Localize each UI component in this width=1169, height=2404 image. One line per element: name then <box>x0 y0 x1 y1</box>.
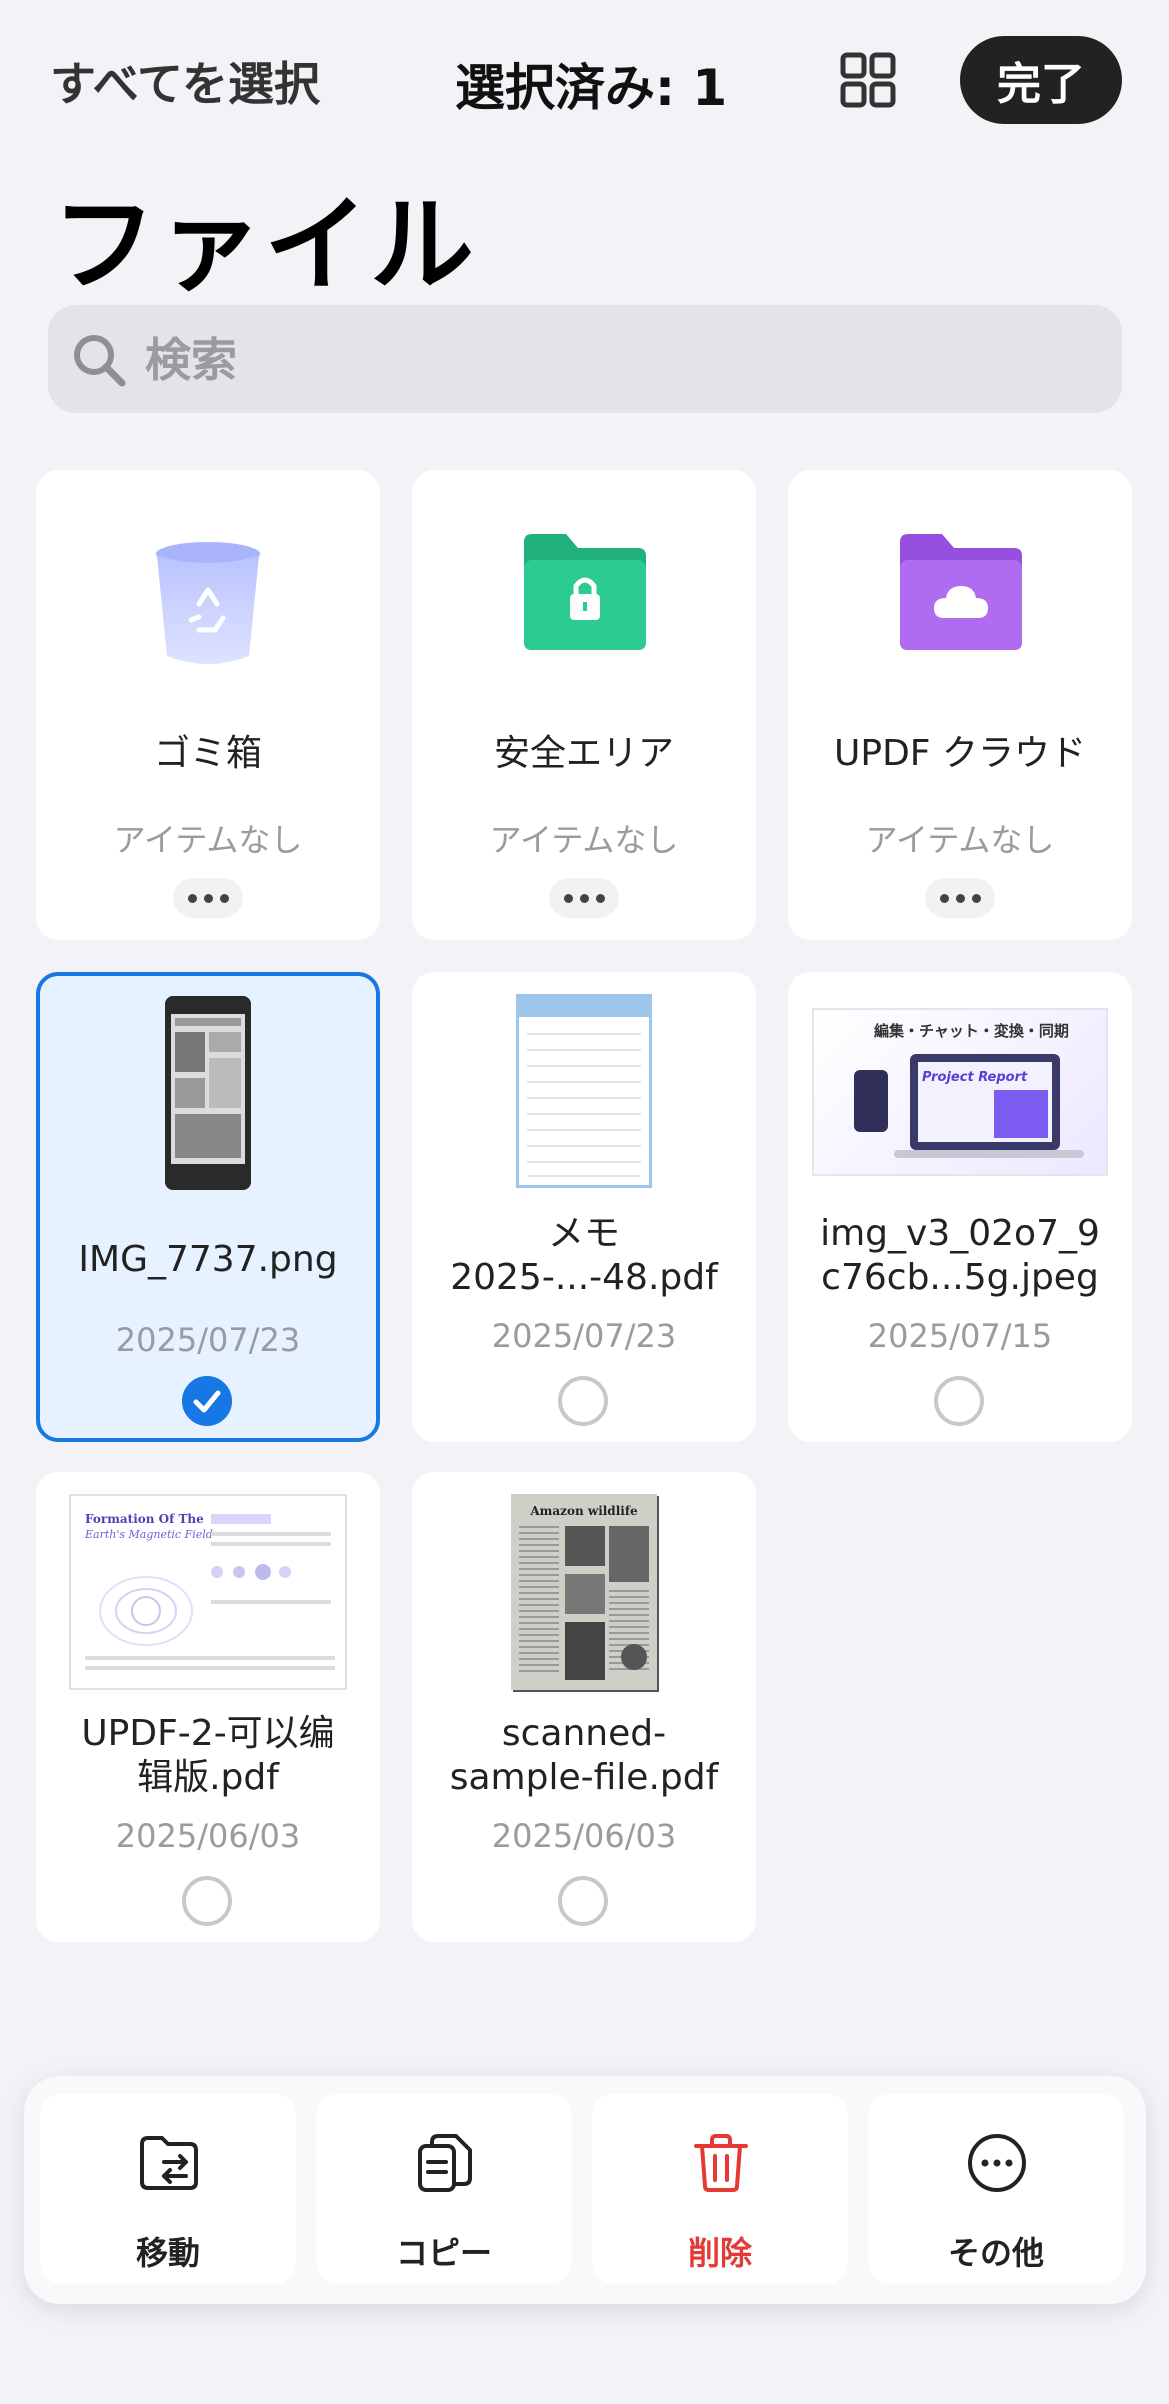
more-options-button[interactable] <box>549 878 619 918</box>
search-bar[interactable] <box>48 305 1122 415</box>
bottom-action-bar: 移動 コピー 削除 その他 <box>24 2076 1146 2304</box>
folder-meta: アイテムなし <box>489 821 679 859</box>
file-name: IMG_7737.png <box>78 1239 338 1280</box>
lock-folder-icon <box>524 534 646 650</box>
move-button[interactable]: 移動 <box>40 2094 296 2284</box>
folder-card-updf-cloud[interactable]: UPDF クラウド アイテムなし <box>788 470 1132 940</box>
delete-button[interactable]: 削除 <box>592 2094 848 2284</box>
trash-icon <box>694 2134 748 2192</box>
file-date: 2025/06/03 <box>115 1817 301 1855</box>
folder-name: ゴミ箱 <box>153 733 262 774</box>
copy-icon <box>418 2134 472 2192</box>
file-card-img-v3[interactable]: 編集・チャット・変換・同期 Project Report img_v3_02o7… <box>788 972 1132 1442</box>
file-thumbnail: 編集・チャット・変換・同期 Project Report <box>812 1008 1108 1176</box>
cloud-folder-icon <box>900 534 1022 650</box>
selection-checkbox[interactable] <box>934 1376 984 1426</box>
file-thumbnail: Formation Of The Earth's Magnetic Field <box>69 1494 347 1690</box>
folder-move-icon <box>140 2136 198 2190</box>
file-card-updf-2[interactable]: Formation Of The Earth's Magnetic Field … <box>36 1472 380 1942</box>
action-label: 削除 <box>687 2234 752 2272</box>
copy-button[interactable]: コピー <box>316 2094 572 2284</box>
file-card-memo[interactable]: メモ 2025-...-48.pdf 2025/07/23 <box>412 972 756 1442</box>
folder-name: 安全エリア <box>493 733 674 774</box>
action-label: 移動 <box>135 2234 200 2272</box>
folder-meta: アイテムなし <box>865 821 1055 859</box>
file-card-img-7737[interactable]: IMG_7737.png 2025/07/23 <box>36 972 380 1442</box>
file-card-scanned-sample[interactable]: Amazon wildlife scanned- sample-file.pdf… <box>412 1472 756 1942</box>
file-thumbnail <box>516 994 652 1188</box>
more-button[interactable]: その他 <box>868 2094 1124 2284</box>
selection-checkbox[interactable] <box>558 1876 608 1926</box>
action-label: コピー <box>395 2234 492 2272</box>
file-name: メモ 2025-...-48.pdf <box>450 1213 718 1298</box>
grid-view-icon[interactable] <box>840 52 896 108</box>
folder-meta: アイテムなし <box>113 821 303 859</box>
more-icon <box>968 2134 1026 2192</box>
file-name: UPDF-2-可以编 辑版.pdf <box>81 1713 335 1798</box>
top-bar: すべてを選択 選択済み: 1 完了 <box>0 0 1169 160</box>
search-icon <box>74 335 126 387</box>
folder-card-secure-area[interactable]: 安全エリア アイテムなし <box>412 470 756 940</box>
file-date: 2025/07/23 <box>115 1321 301 1359</box>
trash-icon <box>156 542 260 664</box>
folder-name: UPDF クラウド <box>834 733 1086 774</box>
more-options-button[interactable] <box>173 878 243 918</box>
selected-count: 選択済み: 1 <box>455 59 728 117</box>
file-date: 2025/06/03 <box>491 1817 677 1855</box>
select-all-button[interactable]: すべてを選択 <box>50 48 320 114</box>
selection-checkbox[interactable] <box>558 1376 608 1426</box>
file-date: 2025/07/23 <box>491 1317 677 1355</box>
search-input[interactable] <box>143 305 1097 415</box>
file-name: scanned- sample-file.pdf <box>449 1713 719 1798</box>
file-thumbnail <box>165 996 251 1190</box>
page-title: ファイル <box>52 184 477 306</box>
more-options-button[interactable] <box>925 878 995 918</box>
selection-checkbox[interactable] <box>182 1376 232 1426</box>
folder-card-trash[interactable]: ゴミ箱 アイテムなし <box>36 470 380 940</box>
file-date: 2025/07/15 <box>867 1317 1053 1355</box>
file-name: img_v3_02o7_9 c76cb...5g.jpeg <box>820 1213 1100 1298</box>
checkmark-icon <box>193 1390 221 1413</box>
action-label: その他 <box>947 2234 1044 2272</box>
file-thumbnail: Amazon wildlife <box>511 1494 657 1690</box>
selection-checkbox[interactable] <box>182 1876 232 1926</box>
done-button[interactable]: 完了 <box>960 36 1122 124</box>
